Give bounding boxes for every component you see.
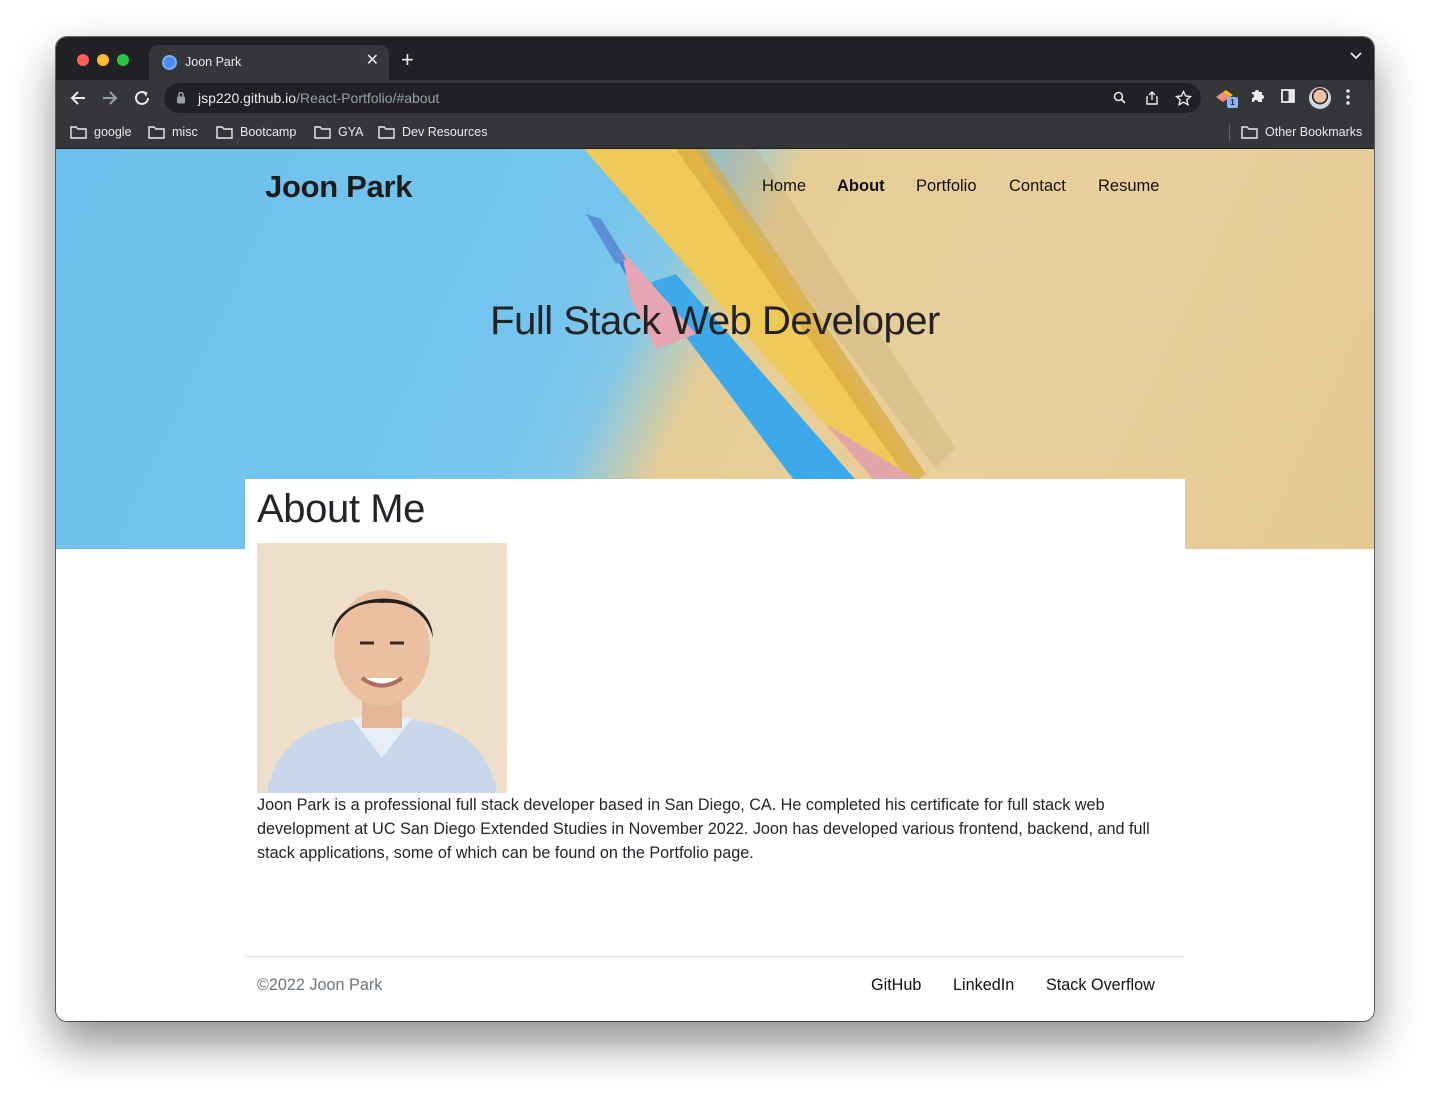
bookmark-folder[interactable]: Dev Resources (378, 123, 487, 141)
hero-title: Full Stack Web Developer (490, 299, 940, 343)
nav-about[interactable]: About (837, 177, 885, 196)
bookmark-star-icon[interactable] (1175, 90, 1192, 107)
bookmark-folder[interactable]: GYA (314, 123, 363, 141)
bookmark-folder[interactable]: misc (148, 123, 198, 141)
bookmark-folder[interactable]: Bootcamp (216, 123, 296, 141)
nav-home[interactable]: Home (762, 177, 806, 196)
copyright-text: ©2022 Joon Park (257, 976, 383, 994)
tab-title: Joon Park (185, 55, 242, 69)
url-text: jsp220.github.io/React-Portfolio/#about (198, 90, 440, 106)
bookmark-folder[interactable]: google (70, 123, 132, 141)
portrait-illustration (257, 543, 507, 793)
profile-avatar[interactable] (1309, 87, 1331, 109)
about-section: About Me Joon Park is a professional ful… (245, 479, 1185, 1021)
site-footer: ©2022 Joon Park GitHub LinkedIn Stack Ov… (245, 956, 1185, 1021)
share-icon[interactable] (1144, 90, 1160, 106)
web-page: Joon Park Home About Portfolio Contact R… (56, 149, 1374, 1021)
nav-portfolio[interactable]: Portfolio (916, 177, 977, 196)
about-text: Joon Park is a professional full stack d… (257, 796, 1150, 862)
bookmarks-divider (1229, 124, 1230, 141)
minimize-window-button[interactable] (97, 54, 109, 66)
site-brand[interactable]: Joon Park (265, 169, 412, 205)
tab-strip: Joon Park ✕ + (56, 37, 1374, 80)
browser-toolbar: jsp220.github.io/React-Portfolio/#about … (56, 80, 1374, 116)
bookmarks-bar: google misc Bootcamp GYA Dev Resources O… (56, 116, 1374, 149)
chevron-down-icon[interactable] (1350, 52, 1362, 60)
linkedin-link[interactable]: LinkedIn (953, 976, 1014, 995)
extension-badge: 1 (1227, 97, 1238, 108)
folder-icon (70, 126, 87, 139)
nav-contact[interactable]: Contact (1009, 177, 1066, 196)
lock-icon (177, 91, 185, 104)
forward-arrow-icon[interactable] (101, 89, 119, 107)
reload-icon[interactable] (133, 89, 151, 107)
zoom-window-button[interactable] (117, 54, 129, 66)
zoom-search-icon[interactable] (1112, 90, 1128, 106)
github-link[interactable]: GitHub (871, 976, 921, 995)
profile-photo (257, 543, 507, 793)
about-heading: About Me (257, 487, 426, 531)
new-tab-button[interactable]: + (401, 49, 414, 71)
folder-icon (1241, 126, 1258, 139)
puzzle-extensions-icon[interactable] (1249, 88, 1265, 104)
more-menu-icon[interactable] (1345, 88, 1351, 106)
folder-icon (314, 126, 331, 139)
folder-icon (378, 126, 395, 139)
stackoverflow-link[interactable]: Stack Overflow (1046, 976, 1155, 995)
address-bar[interactable]: jsp220.github.io/React-Portfolio/#about (164, 83, 1201, 113)
folder-icon (216, 126, 233, 139)
back-arrow-icon[interactable] (69, 89, 87, 107)
folder-icon (148, 126, 165, 139)
close-tab-icon[interactable]: ✕ (366, 52, 379, 70)
other-bookmarks-folder[interactable]: Other Bookmarks (1241, 123, 1362, 141)
side-panel-icon[interactable] (1280, 88, 1296, 104)
globe-icon (162, 55, 177, 70)
browser-window: Joon Park ✕ + jsp220.github.io/React-Por… (56, 37, 1374, 1021)
nav-resume[interactable]: Resume (1098, 177, 1159, 196)
close-window-button[interactable] (77, 54, 89, 66)
browser-tab[interactable]: Joon Park ✕ (149, 45, 389, 80)
